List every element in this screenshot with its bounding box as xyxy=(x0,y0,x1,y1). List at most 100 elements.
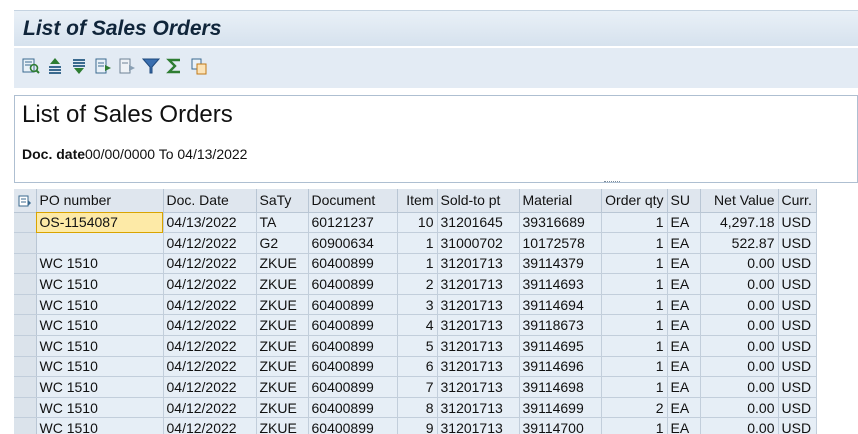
table-cell[interactable]: 04/12/2022 xyxy=(163,417,257,434)
table-cell[interactable]: 0.00 xyxy=(700,397,779,419)
table-cell[interactable]: 3 xyxy=(397,294,438,316)
table-cell[interactable]: 39114693 xyxy=(519,273,602,295)
table-cell[interactable]: USD xyxy=(778,397,817,419)
table-cell[interactable]: USD xyxy=(778,417,817,434)
table-cell[interactable]: 60400899 xyxy=(308,376,398,398)
table-cell[interactable]: 0.00 xyxy=(700,417,779,434)
table-cell[interactable]: OS-1154087 xyxy=(36,212,164,234)
table-cell[interactable]: 0.00 xyxy=(700,253,779,275)
table-cell[interactable]: WC 1510 xyxy=(36,253,164,275)
table-cell[interactable]: 60900634 xyxy=(308,232,398,254)
table-cell[interactable]: 04/12/2022 xyxy=(163,376,257,398)
details-icon[interactable] xyxy=(21,56,41,76)
table-cell[interactable]: 39114379 xyxy=(519,253,602,275)
column-header[interactable]: SU xyxy=(667,189,701,213)
table-cell[interactable]: USD xyxy=(778,212,817,234)
table-cell[interactable]: WC 1510 xyxy=(36,417,164,434)
table-cell[interactable]: 39316689 xyxy=(519,212,602,234)
row-selector[interactable] xyxy=(14,314,37,337)
table-cell[interactable]: 04/12/2022 xyxy=(163,397,257,419)
table-cell[interactable]: 31201713 xyxy=(437,273,520,295)
column-header[interactable]: Doc. Date xyxy=(163,189,257,213)
row-selector[interactable] xyxy=(14,212,37,234)
table-cell[interactable]: 39114700 xyxy=(519,417,602,434)
layout-icon[interactable] xyxy=(189,56,209,76)
table-cell[interactable]: EA xyxy=(667,294,701,316)
table-cell[interactable]: 04/12/2022 xyxy=(163,335,257,357)
table-cell[interactable]: EA xyxy=(667,273,701,295)
table-cell[interactable]: ZKUE xyxy=(256,356,309,378)
table-cell[interactable]: ZKUE xyxy=(256,314,309,337)
table-cell[interactable]: 60400899 xyxy=(308,314,398,337)
column-header[interactable]: Net Value xyxy=(700,189,779,213)
table-cell[interactable]: 7 xyxy=(397,376,438,398)
table-cell[interactable]: ZKUE xyxy=(256,397,309,419)
row-selector[interactable] xyxy=(14,397,37,419)
table-cell[interactable]: EA xyxy=(667,253,701,275)
sort-descending-icon[interactable] xyxy=(69,56,89,76)
filter-icon[interactable] xyxy=(141,56,161,76)
table-cell[interactable]: 31201713 xyxy=(437,417,520,434)
table-cell[interactable]: 4 xyxy=(397,314,438,337)
table-cell[interactable]: EA xyxy=(667,314,701,337)
table-row[interactable]: WC 1510 04/12/2022 ZKUE 60400899 7 31201713 39… xyxy=(14,376,817,398)
table-cell[interactable]: ZKUE xyxy=(256,417,309,434)
column-header[interactable]: Order qty xyxy=(601,189,668,213)
table-cell[interactable]: 31201713 xyxy=(437,376,520,398)
table-cell[interactable]: WC 1510 xyxy=(36,376,164,398)
table-cell[interactable]: USD xyxy=(778,335,817,357)
table-cell[interactable]: 1 xyxy=(601,356,668,378)
table-cell[interactable]: 60400899 xyxy=(308,356,398,378)
table-cell[interactable]: USD xyxy=(778,273,817,295)
table-cell[interactable]: 522.87 xyxy=(700,232,779,254)
table-cell[interactable]: 31201713 xyxy=(437,356,520,378)
table-cell[interactable]: WC 1510 xyxy=(36,294,164,316)
column-header[interactable]: PO number xyxy=(36,189,164,213)
table-cell[interactable]: 04/12/2022 xyxy=(163,253,257,275)
table-row[interactable]: 04/12/2022 G2 60900634 1 31000702 10172578 1 EA… xyxy=(14,232,817,254)
table-cell[interactable]: 0.00 xyxy=(700,314,779,337)
table-cell[interactable]: 39114694 xyxy=(519,294,602,316)
row-selector[interactable] xyxy=(14,417,37,434)
splitter-handle[interactable] xyxy=(604,181,620,184)
table-cell[interactable]: 2 xyxy=(397,273,438,295)
table-row[interactable]: WC 1510 04/12/2022 ZKUE 60400899 3 31201713 39… xyxy=(14,294,817,316)
table-cell[interactable]: EA xyxy=(667,212,701,234)
row-selector[interactable] xyxy=(14,273,37,295)
table-cell[interactable]: ZKUE xyxy=(256,335,309,357)
table-cell[interactable]: 39114698 xyxy=(519,376,602,398)
table-cell[interactable]: 0.00 xyxy=(700,356,779,378)
table-cell[interactable]: 60400899 xyxy=(308,253,398,275)
table-cell[interactable]: ZKUE xyxy=(256,376,309,398)
table-cell[interactable]: 04/12/2022 xyxy=(163,294,257,316)
table-cell[interactable]: 1 xyxy=(601,376,668,398)
column-settings-icon[interactable] xyxy=(18,194,32,208)
export-icon[interactable] xyxy=(93,56,113,76)
table-cell[interactable]: 1 xyxy=(601,417,668,434)
table-cell[interactable]: ZKUE xyxy=(256,294,309,316)
table-cell[interactable]: 1 xyxy=(601,232,668,254)
table-cell[interactable]: EA xyxy=(667,417,701,434)
table-cell[interactable]: 1 xyxy=(397,232,438,254)
column-header[interactable]: Item xyxy=(397,189,438,213)
table-cell[interactable]: 5 xyxy=(397,335,438,357)
table-cell[interactable]: 8 xyxy=(397,397,438,419)
table-cell[interactable]: 1 xyxy=(601,273,668,295)
table-cell[interactable]: 60400899 xyxy=(308,417,398,434)
table-cell[interactable]: WC 1510 xyxy=(36,335,164,357)
row-selector[interactable] xyxy=(14,253,37,275)
table-cell[interactable]: G2 xyxy=(256,232,309,254)
column-header[interactable]: SaTy xyxy=(256,189,309,213)
column-header[interactable]: Document xyxy=(308,189,398,213)
print-icon[interactable] xyxy=(117,56,137,76)
table-cell[interactable]: 10 xyxy=(397,212,438,234)
table-cell[interactable]: 31201713 xyxy=(437,335,520,357)
table-cell[interactable]: EA xyxy=(667,356,701,378)
table-cell[interactable]: 39114696 xyxy=(519,356,602,378)
table-cell[interactable]: 0.00 xyxy=(700,376,779,398)
table-cell[interactable] xyxy=(36,232,164,254)
table-cell[interactable]: 31201713 xyxy=(437,294,520,316)
table-cell[interactable]: 39114699 xyxy=(519,397,602,419)
table-cell[interactable]: 31201713 xyxy=(437,253,520,275)
table-cell[interactable]: EA xyxy=(667,232,701,254)
